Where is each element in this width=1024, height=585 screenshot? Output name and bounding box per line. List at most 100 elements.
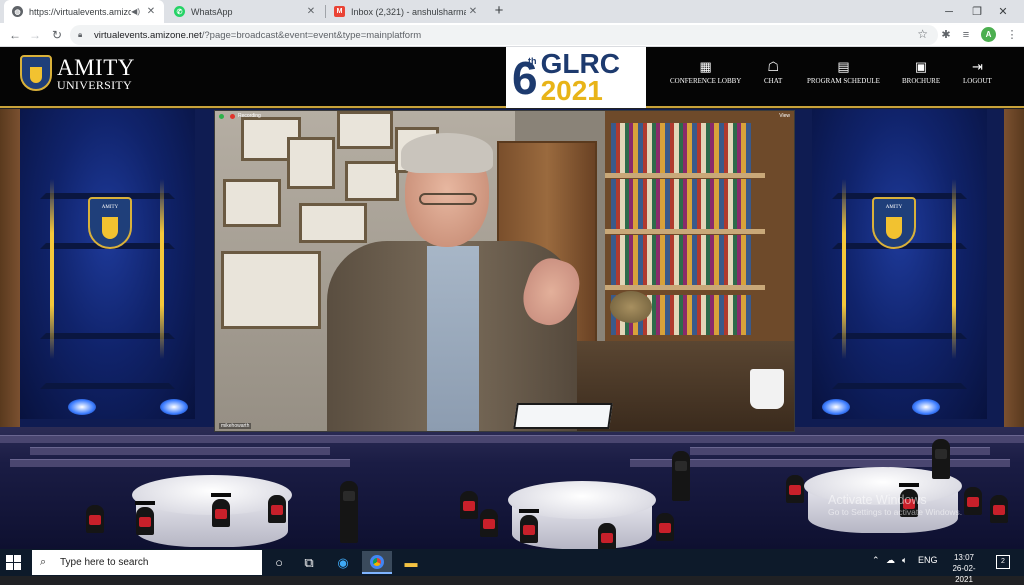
live-video-stream[interactable]: Recording View mikehowarth [214,110,795,432]
speaker-icon[interactable]: ◀) [131,7,140,16]
nav-label: CONFERENCE LOBBY [670,77,742,85]
close-icon[interactable]: ✕ [144,6,158,17]
windows-taskbar: ⌕ Type here to search ○ ⧉ ◉ ▬ ⌃ ☁ 🔈︎ ENG… [0,549,1024,584]
task-view-icon[interactable]: ⧉ [294,551,324,574]
file-explorer-icon[interactable]: ▬ [396,551,426,574]
logout-icon: ⇥ [971,59,983,74]
woven-basket [610,291,652,323]
event-number: 6th [512,55,538,101]
tab-virtualevents[interactable]: ◍ https://virtualevents.amizone.n ◀) ✕ [4,0,164,23]
new-tab-button[interactable]: + [490,2,508,20]
gold-light-strip [160,179,164,359]
logo-line2: UNIVERSITY [57,77,132,92]
nav-conference-lobby[interactable]: ▦ CONFERENCE LOBBY [670,59,741,85]
audience-member [268,495,286,523]
back-button[interactable]: ← [6,26,24,44]
nav-brochure[interactable]: ▣ BROCHURE [902,59,940,85]
spotlight-glow [822,399,850,415]
book-row [611,235,751,285]
url-text: virtualevents.amizone.net/?page=broadcas… [94,30,421,41]
stage-step [10,459,350,467]
bookmark-star-icon[interactable]: ☆ [917,27,928,41]
audience-member [212,499,230,527]
speaker-shirt [427,246,479,431]
profile-avatar[interactable]: A [981,27,996,42]
shelf-board [605,229,765,234]
close-icon[interactable]: ✕ [466,6,480,17]
amity-shield-icon: AMITY [88,197,132,249]
chat-icon: ☖ [767,59,779,74]
audience-member [656,513,674,541]
taskbar-clock[interactable]: 13:07 26-02-2021 [944,552,984,585]
graduation-cap [899,483,919,487]
wall-picture [223,179,281,227]
address-bar[interactable]: 🔒︎ virtualevents.amizone.net/?page=broad… [70,25,938,45]
panel-chevron [832,309,967,389]
nav-logout[interactable]: ⇥ LOGOUT [963,59,992,85]
graduation-cap [135,501,155,505]
volume-icon[interactable]: 🔈︎ [902,555,907,566]
nav-label: PROGRAM SCHEDULE [807,77,880,85]
standing-person [932,439,950,479]
tab-title: Inbox (2,321) - anshulsharma362 [351,6,466,17]
notification-center-icon[interactable]: 2 [996,555,1010,569]
stage-panel-left: AMITY [20,109,195,419]
book-row [611,123,751,173]
audience-member [136,507,154,535]
forward-button[interactable]: → [26,26,44,44]
graduation-cap [519,509,539,513]
audience-member [520,515,538,543]
stage-panel-right: AMITY [812,109,987,419]
recording-indicator: Recording [219,113,261,119]
nav-chat[interactable]: ☖ CHAT [764,59,782,85]
audience-member [460,491,478,519]
windows-start-button[interactable] [6,555,22,571]
watermark-title: Activate Windows [828,493,927,507]
panel-chevron [40,309,175,389]
activate-windows-watermark: Activate Windows Go to Settings to activ… [828,493,962,517]
coffee-mug [750,369,784,409]
stage-step [30,447,330,455]
reload-button[interactable]: ↻ [48,26,66,44]
gold-light-strip [50,179,54,359]
reading-list-icon[interactable]: ≡ [958,27,974,43]
logo-text: AMITY UNIVERSITY [57,56,135,91]
recording-label: Recording [238,113,261,119]
chrome-icon[interactable] [362,551,392,574]
network-icon[interactable]: ☁ [886,555,895,566]
shield-text: AMITY [101,205,119,210]
audience-member [964,487,982,515]
speaker-hair [401,133,493,173]
spotlight-glow [160,399,188,415]
globe-icon: ◍ [12,6,23,17]
tab-title: WhatsApp [191,6,233,17]
lock-icon[interactable]: 🔒︎ [78,30,92,40]
audience-member [86,505,104,533]
taskbar-search-box[interactable]: ⌕ Type here to search [32,550,262,575]
event-number-suffix: th [528,55,537,66]
speaker-name-label: mikehowarth [219,423,252,429]
event-name: GLRC [540,47,620,79]
close-icon[interactable]: ✕ [304,6,318,17]
amity-shield-icon: AMITY [872,197,916,249]
standing-person [672,451,690,501]
clock-time: 13:07 [953,553,975,562]
wall-picture [337,111,393,149]
nav-program-schedule[interactable]: ▤ PROGRAM SCHEDULE [807,59,880,85]
shield-text: AMITY [885,205,903,210]
record-dot-icon [230,113,235,119]
menu-kebab-icon[interactable]: ⋮ [1004,27,1020,43]
extensions-icon[interactable]: ✱ [938,27,954,43]
site-header: AMITY UNIVERSITY 6th GLRC 2021 ▦ CONFERE… [0,47,1024,108]
tab-gmail[interactable]: M Inbox (2,321) - anshulsharma362 ✕ [326,0,486,23]
window-close-button[interactable]: ✕ [980,0,1024,23]
edge-icon[interactable]: ◉ [328,551,358,574]
amity-logo[interactable]: AMITY UNIVERSITY [20,55,135,91]
show-hidden-icons-icon[interactable]: ⌃ [872,555,880,566]
cortana-icon[interactable]: ○ [264,551,294,574]
wall-picture [345,161,399,201]
tab-whatsapp[interactable]: ✆ WhatsApp ✕ [166,0,324,23]
language-indicator[interactable]: ENG [918,555,938,565]
wall-picture [221,251,321,329]
view-toggle[interactable]: View [779,113,790,119]
